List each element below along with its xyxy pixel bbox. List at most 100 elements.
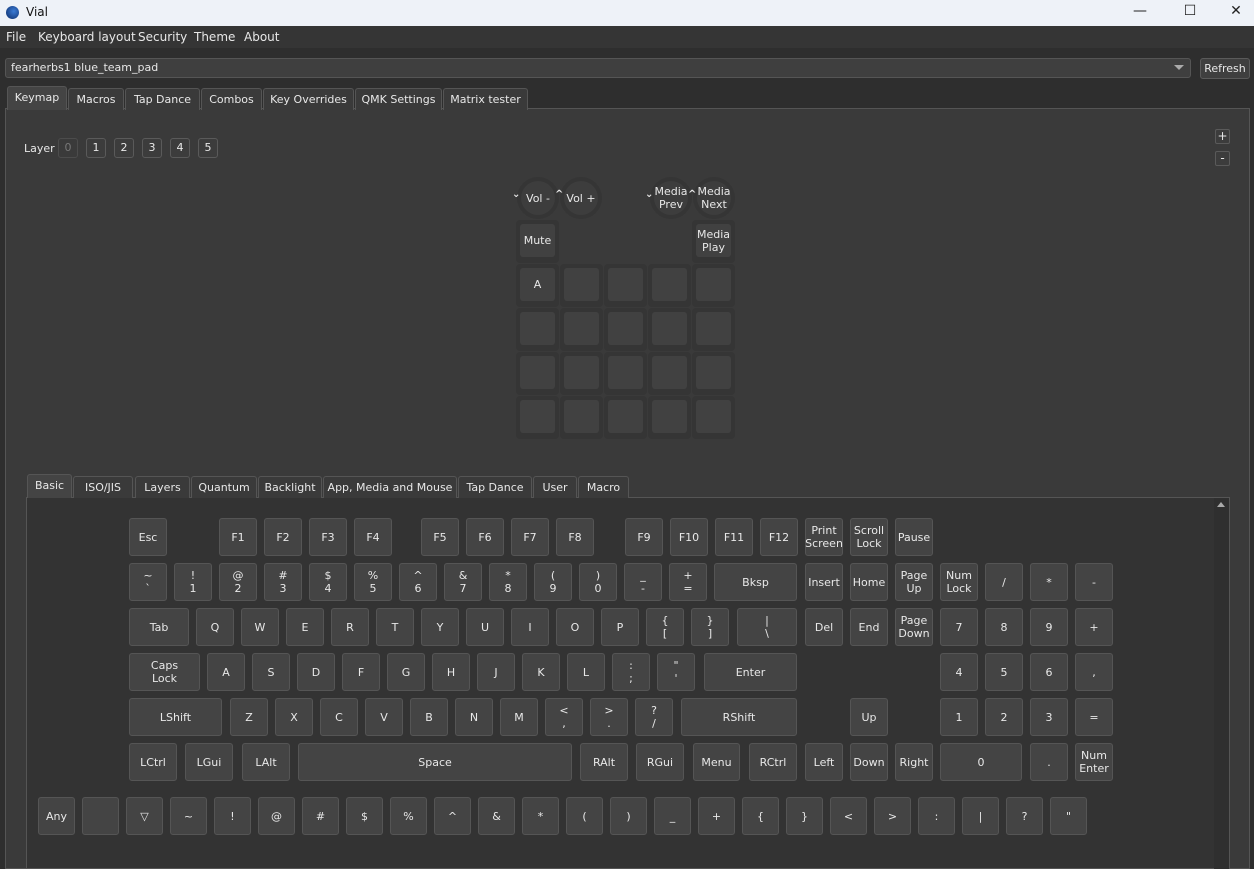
keycode-button[interactable]: Scroll Lock [850,518,888,556]
keycode-button[interactable]: } ] [691,608,729,646]
keycode-button[interactable]: LGui [185,743,233,781]
tab-tap-dance[interactable]: Tap Dance [125,88,200,110]
keycode-button[interactable]: Num Lock [940,563,978,601]
keycode-button[interactable]: | \ [737,608,797,646]
keycode-tab-basic[interactable]: Basic [27,474,72,498]
keycode-button[interactable]: 8 [985,608,1023,646]
keycode-button[interactable]: % [390,797,427,835]
keycode-button[interactable]: S [252,653,290,691]
keycode-button[interactable]: ~ [170,797,207,835]
keycode-button[interactable]: O [556,608,594,646]
keycode-button[interactable]: LCtrl [129,743,177,781]
keycode-button[interactable]: H [432,653,470,691]
pad-key[interactable]: Mute [516,220,559,263]
keycode-button[interactable]: 4 [940,653,978,691]
keycode-button[interactable]: T [376,608,414,646]
tab-matrix-tester[interactable]: Matrix tester [443,88,528,110]
arrow-down-icon[interactable]: ⌄ [512,189,520,200]
keycode-button[interactable]: Home [850,563,888,601]
keycode-button[interactable]: Down [850,743,888,781]
layer-button-4[interactable]: 4 [170,138,190,158]
arrow-down-icon[interactable]: ⌄ [645,189,653,200]
keycode-button[interactable]: Menu [693,743,740,781]
keycode-button[interactable]: ! [214,797,251,835]
keycode-button[interactable]: LAlt [242,743,290,781]
arrow-up-icon[interactable]: ^ [688,189,696,200]
pad-key[interactable] [648,352,691,395]
keycode-tab-user[interactable]: User [533,476,577,498]
keycode-button[interactable]: F12 [760,518,798,556]
keycode-button[interactable]: + [1075,608,1113,646]
scrollbar[interactable] [1214,498,1229,869]
close-button[interactable]: ✕ [1216,3,1254,23]
keycode-button[interactable]: < [830,797,867,835]
keycode-button[interactable]: ) 0 [579,563,617,601]
tab-keymap[interactable]: Keymap [7,86,67,110]
keycode-button[interactable]: F [342,653,380,691]
tab-macros[interactable]: Macros [68,88,124,110]
keycode-button[interactable]: L [567,653,605,691]
pad-key[interactable] [692,264,735,307]
keycode-button[interactable]: > [874,797,911,835]
keycode-button[interactable]: / [985,563,1023,601]
device-select[interactable]: fearherbs1 blue_team_pad [5,58,1191,78]
keycode-button[interactable]: < , [545,698,583,736]
keycode-button[interactable]: F11 [715,518,753,556]
keycode-button[interactable]: Insert [805,563,843,601]
keycode-button[interactable]: J [477,653,515,691]
pad-key[interactable] [604,308,647,351]
keycode-tab-layers[interactable]: Layers [135,476,190,498]
keycode-tab-macro[interactable]: Macro [578,476,629,498]
keycode-button[interactable]: Page Up [895,563,933,601]
encoder[interactable]: Vol + ^ [555,177,602,219]
keycode-button[interactable]: 5 [985,653,1023,691]
keycode-button[interactable]: Esc [129,518,167,556]
keycode-button[interactable]: Enter [704,653,797,691]
keycode-button[interactable]: 2 [985,698,1023,736]
keycode-button[interactable]: : [918,797,955,835]
keycode-button[interactable]: 1 [940,698,978,736]
keycode-button[interactable]: * [1030,563,1068,601]
keycode-button[interactable]: 7 [940,608,978,646]
tab-combos[interactable]: Combos [201,88,262,110]
keycode-button[interactable]: : ; [612,653,650,691]
keycode-button[interactable]: P [601,608,639,646]
keycode-button[interactable]: 0 [940,743,1022,781]
maximize-button[interactable]: ☐ [1170,3,1210,23]
keycode-button[interactable]: Pause [895,518,933,556]
pad-key[interactable]: Media Play [692,220,735,263]
keycode-button[interactable]: RAlt [580,743,628,781]
zoom-in-button[interactable]: + [1215,129,1230,144]
keycode-button[interactable]: | [962,797,999,835]
keycode-button[interactable]: E [286,608,324,646]
keycode-button[interactable]: Any [38,797,75,835]
keycode-button[interactable]: * 8 [489,563,527,601]
refresh-button[interactable]: Refresh [1200,58,1250,79]
keycode-button[interactable]: _ - [624,563,662,601]
keycode-button[interactable]: ^ 6 [399,563,437,601]
keycode-button[interactable]: @ [258,797,295,835]
minimize-button[interactable]: — [1120,3,1160,23]
keycode-button[interactable]: F9 [625,518,663,556]
keycode-button[interactable]: * [522,797,559,835]
keycode-button[interactable]: End [850,608,888,646]
layer-button-0[interactable]: 0 [58,138,78,158]
keycode-button[interactable]: + [698,797,735,835]
keycode-button[interactable]: F2 [264,518,302,556]
keycode-button[interactable]: D [297,653,335,691]
keycode-button[interactable]: F4 [354,518,392,556]
pad-key[interactable] [516,352,559,395]
keycode-button[interactable]: ? / [635,698,673,736]
keycode-tab-tap-dance[interactable]: Tap Dance [458,476,532,498]
keycode-button[interactable]: Q [196,608,234,646]
keycode-button[interactable]: $ 4 [309,563,347,601]
pad-key[interactable] [648,264,691,307]
keycode-button[interactable]: ! 1 [174,563,212,601]
keycode-button[interactable]: { [ [646,608,684,646]
encoder[interactable]: Vol - ⌄ [512,177,559,219]
keycode-button[interactable]: Right [895,743,933,781]
encoder[interactable]: Media Next ^ [688,177,735,219]
keycode-button[interactable]: B [410,698,448,736]
keycode-button[interactable]: ( 9 [534,563,572,601]
keycode-button[interactable]: M [500,698,538,736]
